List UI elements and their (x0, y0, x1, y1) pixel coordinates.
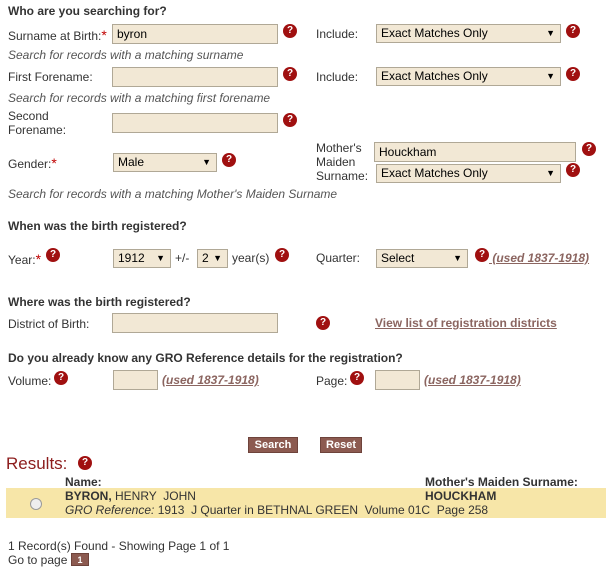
gender-select[interactable]: Male ▼ (113, 153, 217, 172)
year-select[interactable]: 1912 ▼ (113, 249, 171, 268)
view-districts-link[interactable]: View list of registration districts (375, 316, 557, 330)
help-icon-quarter[interactable]: ? (475, 248, 489, 262)
help-icon-year-range[interactable]: ? (275, 248, 289, 262)
section-heading-who: Who are you searching for? (8, 4, 167, 18)
district-label: District of Birth: (8, 317, 90, 331)
help-icon-surname[interactable]: ? (283, 24, 297, 38)
second-forename-input[interactable] (112, 113, 278, 133)
volume-input[interactable] (113, 370, 158, 390)
mmn-hint: Search for records with a matching Mothe… (8, 187, 338, 201)
include-label-surname: Include: (316, 27, 359, 41)
goto-page-label: Go to page (8, 553, 68, 567)
year-range-select[interactable]: 2 ▼ (197, 249, 228, 268)
year-label: Year:* (8, 251, 42, 267)
results-title: Results: (6, 454, 68, 473)
search-button[interactable]: Search (248, 437, 298, 453)
help-icon-page[interactable]: ? (350, 371, 364, 385)
section-heading-gro: Do you already know any GRO Reference de… (8, 351, 403, 365)
results-summary: 1 Record(s) Found - Showing Page 1 of 1 (8, 539, 230, 553)
section-heading-where: Where was the birth registered? (8, 295, 191, 309)
mmn-input[interactable]: Houckham (374, 142, 576, 162)
quarter-select[interactable]: Select ▼ (376, 249, 468, 268)
surname-input[interactable]: byron (112, 24, 278, 44)
include-select-surname[interactable]: Exact Matches Only ▼ (376, 24, 561, 43)
help-icon-include-forename[interactable]: ? (566, 67, 580, 81)
help-icon-district[interactable]: ? (316, 316, 330, 330)
mmn-label: Mother's Maiden Surname: (316, 141, 369, 183)
chevron-down-icon: ▼ (213, 253, 222, 263)
help-icon-volume[interactable]: ? (54, 371, 68, 385)
district-input[interactable] (112, 313, 278, 333)
required-marker: * (35, 251, 42, 267)
result-mmn: HOUCKHAM (425, 489, 497, 503)
gender-label: Gender:* (8, 155, 57, 171)
help-icon-first-forename[interactable]: ? (283, 67, 297, 81)
quarter-used-link[interactable]: (used 1837-1918) (489, 251, 589, 265)
results-col-mmn: Mother's Maiden Surname: (425, 475, 578, 489)
required-marker: * (101, 27, 107, 43)
page-1-button[interactable]: 1 (71, 553, 89, 566)
surname-hint: Search for records with a matching surna… (8, 48, 244, 62)
result-gro-reference: GRO Reference: 1913 J Quarter in BETHNAL… (65, 503, 488, 517)
help-icon-year[interactable]: ? (46, 248, 60, 262)
first-forename-input[interactable] (112, 67, 278, 87)
include-select-forename[interactable]: Exact Matches Only ▼ (376, 67, 561, 86)
help-icon-include-mmn[interactable]: ? (566, 163, 580, 177)
chevron-down-icon: ▼ (546, 168, 555, 178)
reset-button[interactable]: Reset (320, 437, 362, 453)
include-select-mmn[interactable]: Exact Matches Only ▼ (376, 164, 561, 183)
include-label-forename: Include: (316, 70, 359, 84)
result-name: BYRON, HENRY JOHN (65, 489, 196, 503)
help-icon-mmn[interactable]: ? (582, 142, 596, 156)
page-label: Page: (316, 374, 348, 388)
year-unit-label: year(s) (232, 251, 270, 265)
chevron-down-icon: ▼ (156, 253, 165, 263)
surname-label: Surname at Birth:* (8, 27, 107, 43)
first-forename-label: First Forename: (8, 70, 93, 84)
page-input[interactable] (375, 370, 420, 390)
second-forename-label: Second Forename: (8, 109, 67, 137)
help-icon-include-surname[interactable]: ? (566, 24, 580, 38)
plus-minus-label: +/- (175, 251, 190, 265)
chevron-down-icon: ▼ (546, 28, 555, 38)
chevron-down-icon: ▼ (202, 157, 211, 167)
required-marker: * (51, 155, 57, 171)
result-surname: BYRON, (65, 489, 112, 503)
result-forenames: HENRY JOHN (111, 489, 196, 503)
chevron-down-icon: ▼ (453, 253, 462, 263)
help-icon-results[interactable]: ? (78, 456, 92, 470)
gro-reference-label: GRO Reference: (65, 503, 155, 517)
chevron-down-icon: ▼ (546, 71, 555, 81)
section-heading-when: When was the birth registered? (8, 219, 187, 233)
help-icon-gender[interactable]: ? (222, 153, 236, 167)
volume-label: Volume: (8, 374, 52, 388)
result-radio[interactable] (30, 498, 42, 510)
help-icon-second-forename[interactable]: ? (283, 113, 297, 127)
quarter-label: Quarter: (316, 251, 361, 265)
volume-used-link[interactable]: (used 1837-1918) (162, 373, 259, 387)
first-forename-hint: Search for records with a matching first… (8, 91, 271, 105)
gro-reference-value: 1913 J Quarter in BETHNAL GREEN Volume 0… (154, 503, 489, 517)
page-used-link[interactable]: (used 1837-1918) (424, 373, 521, 387)
results-col-name: Name: (65, 475, 102, 489)
